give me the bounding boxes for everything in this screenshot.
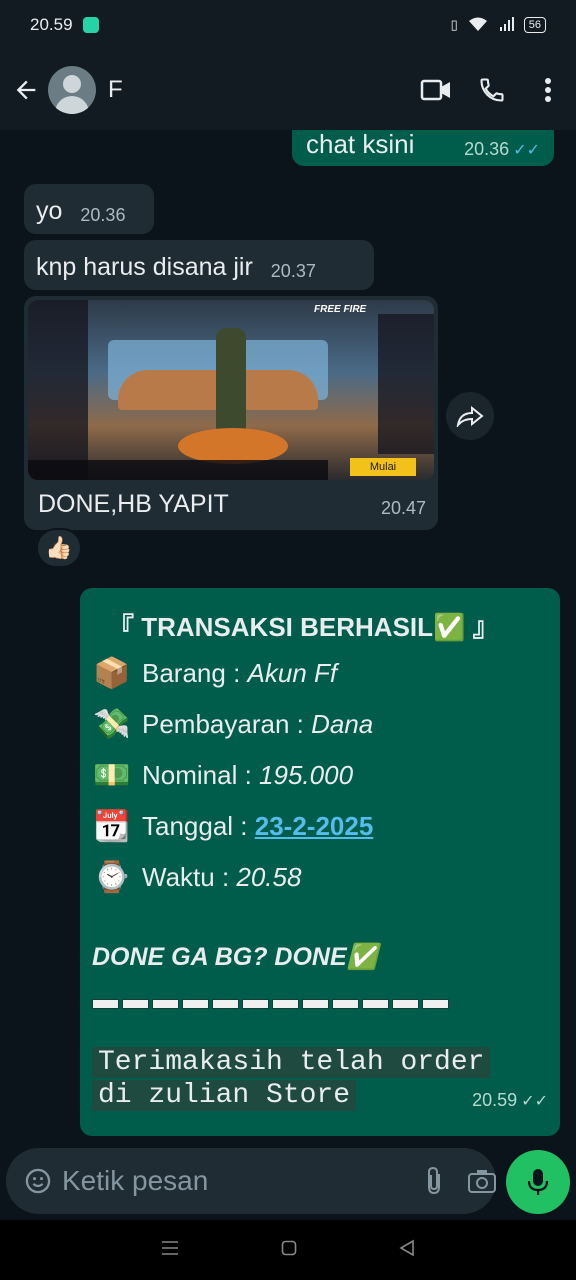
video-call-button[interactable] <box>408 50 464 130</box>
message-input[interactable] <box>62 1165 423 1197</box>
row-item: 📦 Barang : Akun Ff <box>93 657 338 690</box>
system-nav-bar <box>0 1220 576 1280</box>
date-link[interactable]: 23-2-2025 <box>255 811 374 841</box>
message-outgoing-transaction[interactable]: 『 TRANSAKSI BERHASIL✅ 』 📦 Barang : Akun … <box>80 588 560 1136</box>
done-line: DONE GA BG? DONE✅ <box>92 942 378 971</box>
money-wings-icon: 💸 <box>93 708 131 741</box>
message-composer <box>6 1148 496 1214</box>
image-caption: DONE,HB YAPIT <box>38 490 229 518</box>
avatar[interactable] <box>48 66 96 114</box>
microphone-icon <box>527 1169 549 1195</box>
wifi-icon <box>468 16 488 35</box>
more-vertical-icon <box>545 78 551 102</box>
input-bar <box>0 1140 576 1220</box>
forward-button[interactable] <box>446 392 494 440</box>
sticker-icon <box>25 1168 51 1194</box>
voice-record-button[interactable] <box>506 1150 570 1214</box>
transaction-title: 『 TRANSAKSI BERHASIL✅ 』 <box>108 611 499 642</box>
message-time: 20.36 <box>80 205 126 225</box>
arrow-left-icon <box>16 80 36 100</box>
thanks-line-2: di zulian Store 20.59 ✓✓ <box>92 1080 548 1111</box>
thanks-line-1: Terimakasih telah order <box>92 1047 548 1078</box>
recents-button[interactable] <box>161 1240 179 1261</box>
message-text: yo <box>36 197 63 225</box>
attach-button[interactable] <box>423 1166 445 1196</box>
message-text: knp harus disana jir <box>36 253 253 281</box>
game-screenshot-image[interactable]: FREE FIRE Mulai <box>28 300 434 480</box>
divider <box>92 999 548 1009</box>
row-time: ⌚ Waktu : 20.58 <box>93 861 302 894</box>
message-incoming[interactable]: knp harus disana jir 20.37 <box>24 240 374 290</box>
start-button: Mulai <box>350 458 416 476</box>
voice-call-button[interactable] <box>464 50 520 130</box>
status-time: 20.59 <box>30 15 73 34</box>
message-incoming[interactable]: yo 20.36 <box>24 184 154 234</box>
notification-icon <box>82 17 99 33</box>
row-date: 📆 Tanggal : 23-2-2025 <box>93 810 374 843</box>
status-bar: 20.59 ▯ 56 <box>0 0 576 50</box>
reaction-badge[interactable]: 👍🏻 <box>36 528 82 568</box>
thumbs-up-icon: 👍🏻 <box>45 535 73 560</box>
back-button[interactable] <box>4 50 48 130</box>
message-time: 20.37 <box>270 261 316 281</box>
home-button[interactable] <box>281 1240 297 1261</box>
menu-lines-icon <box>162 1240 178 1255</box>
message-time: 20.47 <box>380 498 426 518</box>
watch-icon: ⌚ <box>93 861 131 894</box>
chat-area[interactable]: chat ksini 20.36 ✓✓ yo 20.36 knp harus d… <box>0 130 576 1220</box>
row-amount: 💵 Nominal : 195.000 <box>93 759 354 792</box>
paperclip-icon <box>428 1166 440 1195</box>
vibrate-icon: ▯ <box>450 17 458 32</box>
message-incoming-image[interactable]: FREE FIRE Mulai DONE,HB YAPIT 20.47 <box>24 296 438 530</box>
message-time: 20.59 <box>472 1090 518 1110</box>
calendar-icon: 📆 <box>93 810 131 843</box>
contact-name[interactable]: F <box>108 76 408 104</box>
signal-icon <box>498 16 514 35</box>
double-check-icon: ✓✓ <box>521 1092 548 1110</box>
menu-button[interactable] <box>520 50 576 130</box>
message-time: 20.36 <box>464 139 510 159</box>
message-outgoing[interactable]: chat ksini 20.36 ✓✓ <box>292 130 554 166</box>
camera-icon <box>468 1170 496 1193</box>
battery-icon: 56 <box>523 17 546 33</box>
game-character <box>216 328 246 438</box>
message-text: chat ksini <box>306 130 415 159</box>
video-camera-icon <box>420 79 450 101</box>
row-payment: 💸 Pembayaran : Dana <box>93 708 374 741</box>
forward-icon <box>456 405 484 427</box>
home-square-icon <box>281 1240 297 1255</box>
camera-button[interactable] <box>467 1168 497 1194</box>
sticker-button[interactable] <box>24 1167 52 1195</box>
phone-icon <box>480 78 504 102</box>
game-brand: FREE FIRE <box>314 304 367 315</box>
double-check-icon: ✓✓ <box>513 141 540 159</box>
banknote-icon: 💵 <box>93 759 131 792</box>
package-icon: 📦 <box>93 657 131 690</box>
chat-header: F <box>0 50 576 130</box>
back-triangle-icon <box>399 1239 414 1256</box>
nav-back-button[interactable] <box>399 1239 415 1262</box>
